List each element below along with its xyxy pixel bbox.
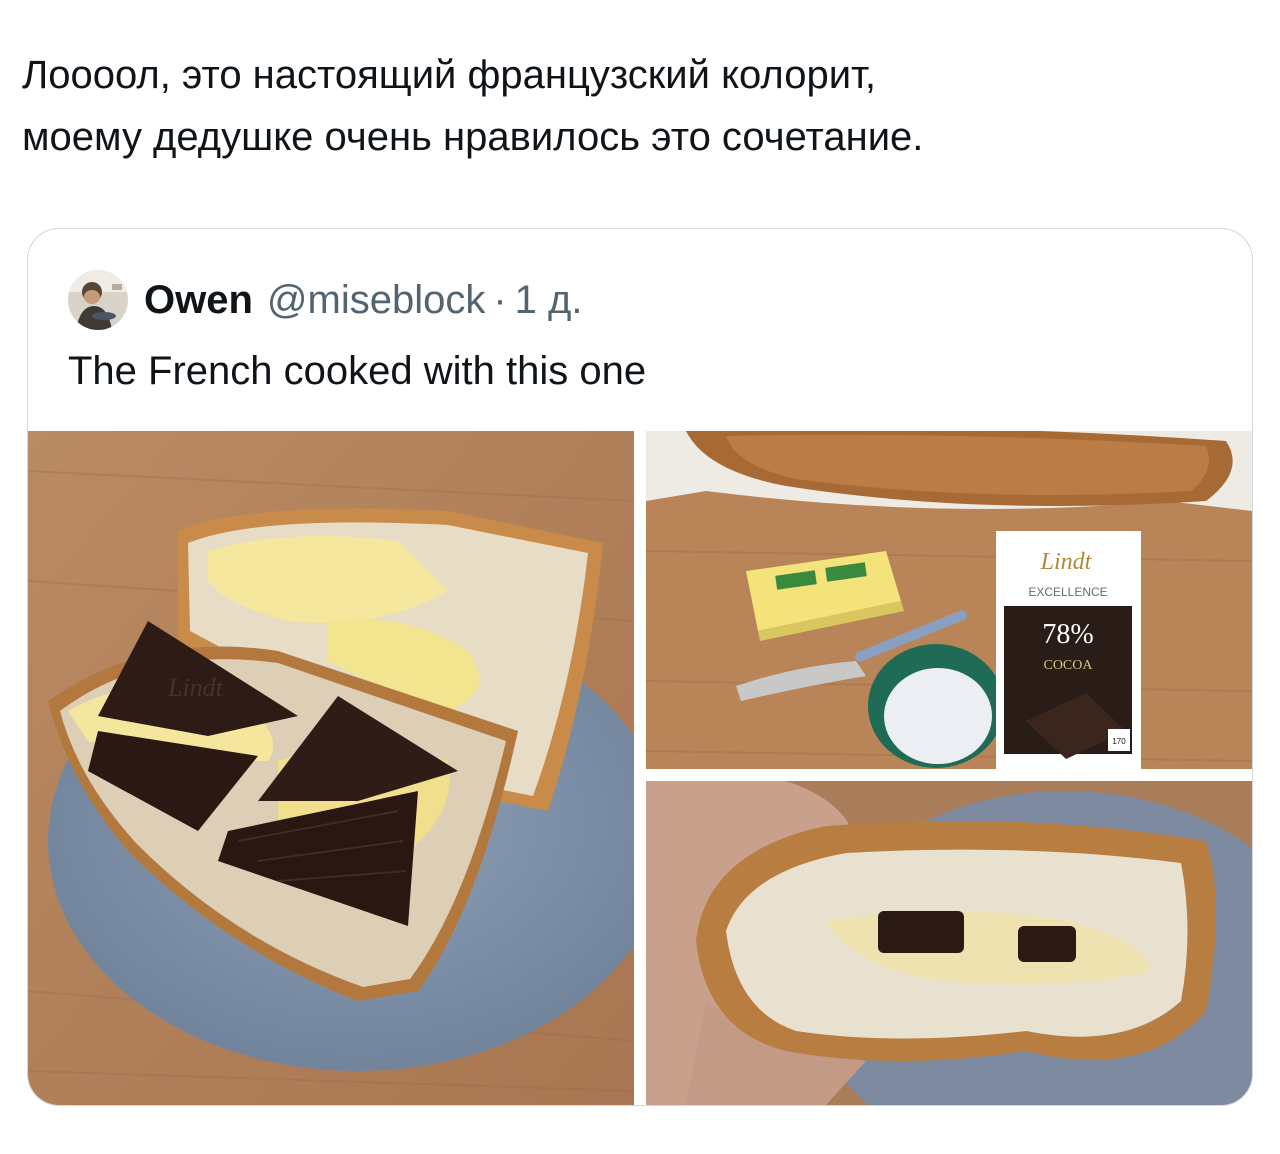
chocolate-box-line: EXCELLENCE bbox=[1028, 585, 1107, 599]
avatar[interactable] bbox=[68, 270, 128, 330]
quoted-tweet-text: The French cooked with this one bbox=[68, 349, 647, 393]
author-name[interactable]: Owen bbox=[144, 278, 253, 323]
chocolate-box-calories: 170 bbox=[1112, 737, 1126, 746]
photo-ingredients[interactable]: Lindt EXCELLENCE 78% COCOA 170 bbox=[646, 431, 1252, 769]
post-text-line-1: Лоооол, это настоящий французский колори… bbox=[22, 53, 877, 97]
timestamp[interactable]: 1 д. bbox=[515, 278, 583, 323]
post-text-line-2: моему дедушке очень нравилось это сочета… bbox=[22, 115, 924, 159]
photo-bitten-sandwich[interactable] bbox=[646, 781, 1252, 1105]
media-grid: Lindt Lindt EXCELLENCE 78% COCOA 170 bbox=[28, 431, 1252, 1105]
chocolate-box-cocoa: COCOA bbox=[1043, 658, 1093, 673]
quoted-tweet-header: Owen @miseblock · 1 д. bbox=[68, 269, 582, 331]
chocolate-box-percent: 78% bbox=[1042, 619, 1093, 650]
chocolate-box-brand: Lindt bbox=[1040, 549, 1093, 575]
author-handle[interactable]: @miseblock bbox=[267, 278, 485, 323]
chocolate-engraving: Lindt bbox=[167, 673, 224, 702]
post-text: Лоооол, это настоящий французский колори… bbox=[22, 44, 1252, 168]
separator-dot: · bbox=[493, 277, 507, 322]
quoted-tweet-card[interactable]: Owen @miseblock · 1 д. The French cooked… bbox=[27, 228, 1253, 1106]
photo-bread-chocolate[interactable]: Lindt bbox=[28, 431, 634, 1105]
avatar-image bbox=[68, 270, 128, 330]
